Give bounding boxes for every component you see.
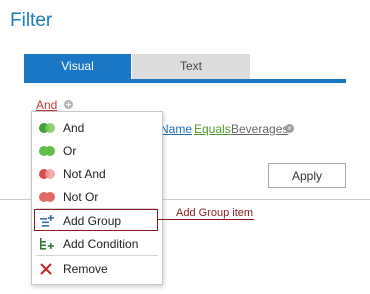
callout-label: Add Group item [176, 207, 254, 219]
menu-item-label: Not And [63, 167, 106, 181]
menu-item-add-condition[interactable]: Add Condition [32, 233, 162, 255]
callout-line [157, 219, 254, 220]
page-title: Filter [10, 10, 53, 31]
menu-item-remove[interactable]: Remove [32, 258, 162, 280]
tab-text[interactable]: Text [131, 54, 250, 79]
menu-item-label: Add Condition [63, 237, 139, 251]
and-group-icon [39, 123, 55, 133]
menu-separator [36, 255, 158, 256]
condition-operator-link[interactable]: Equals [194, 122, 231, 136]
menu-item-not-and[interactable]: Not And [32, 163, 162, 185]
menu-item-label: Remove [63, 262, 108, 276]
apply-button[interactable]: Apply [268, 163, 346, 188]
menu-item-or[interactable]: Or [32, 140, 162, 162]
menu-item-label: And [63, 121, 85, 135]
group-operator-link[interactable]: And [36, 98, 57, 112]
condition-value-link[interactable]: Beverages [231, 122, 288, 136]
tab-visual[interactable]: Visual [24, 54, 131, 79]
highlight-box [34, 209, 158, 231]
context-menu: And Or Not And Not Or Add Group Add Cond… [31, 111, 163, 285]
menu-item-label: Not Or [63, 190, 99, 204]
add-condition-icon [39, 237, 55, 251]
menu-item-label: Or [63, 144, 77, 158]
not-or-group-icon [39, 192, 55, 202]
menu-item-not-or[interactable]: Not Or [32, 186, 162, 208]
not-and-group-icon [39, 169, 55, 179]
tab-bar: Visual Text [24, 54, 346, 83]
remove-condition-icon[interactable]: × [285, 124, 294, 133]
add-circle-icon[interactable] [64, 100, 73, 109]
or-group-icon [39, 146, 55, 156]
menu-item-and[interactable]: And [32, 117, 162, 139]
remove-icon [39, 262, 53, 276]
condition-field-link[interactable]: Name [160, 122, 192, 136]
